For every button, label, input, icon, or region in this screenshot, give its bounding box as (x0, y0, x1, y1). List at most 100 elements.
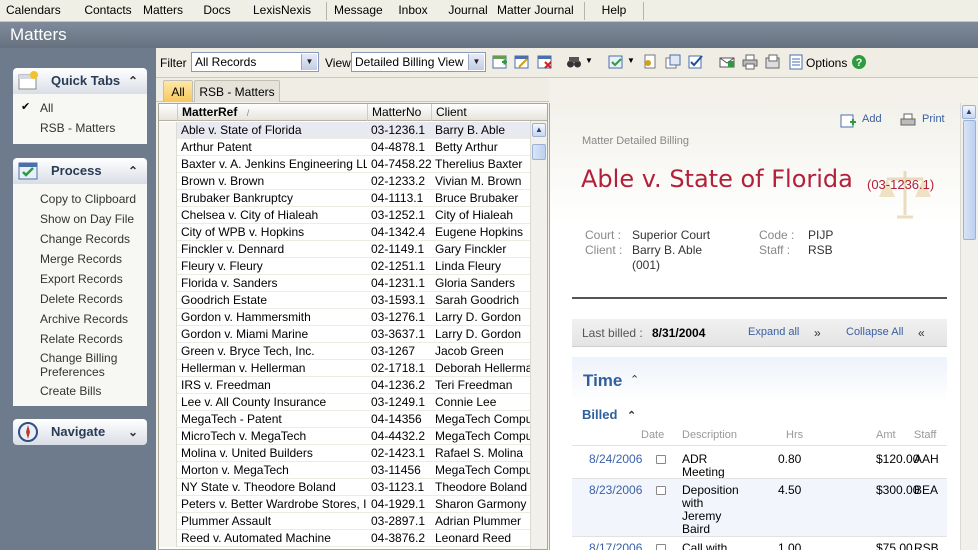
row-selector[interactable] (159, 207, 177, 224)
row-selector[interactable] (159, 241, 177, 258)
row-selector[interactable] (159, 258, 177, 275)
time-section-header[interactable]: Time ⌃ (572, 357, 947, 403)
row-selector[interactable] (159, 445, 177, 462)
detail-scrollbar[interactable]: ▲ (960, 103, 978, 550)
table-row[interactable]: Gordon v. Miami Marine 03-3637.1 Larry D. … (159, 326, 531, 343)
chevron-down-icon[interactable]: ▼ (301, 54, 317, 70)
chevron-up-icon[interactable]: ⌃ (128, 68, 138, 94)
row-selector[interactable] (159, 156, 177, 173)
row-selector[interactable] (159, 411, 177, 428)
scroll-up-icon[interactable]: ▲ (532, 123, 546, 137)
table-row[interactable]: Hellerman v. Hellerman 02-1718.1 Deborah H… (159, 360, 531, 377)
collapse-all-link[interactable]: Collapse All (846, 326, 903, 338)
chevron-down-icon[interactable]: ▼ (585, 56, 593, 65)
grid-scrollbar[interactable]: ▲ (530, 121, 547, 549)
note-icon[interactable] (656, 455, 666, 464)
chevron-down-icon[interactable]: ▼ (627, 56, 635, 65)
chevron-double-down-icon[interactable]: » (814, 326, 821, 340)
edit-view-icon[interactable] (514, 54, 530, 70)
add-view-icon[interactable] (492, 54, 508, 70)
table-row[interactable]: Brubaker Bankruptcy 04-1113.1 Bruce Brubak… (159, 190, 531, 207)
table-row[interactable]: Fleury v. Fleury 02-1251.1 Linda Fleury (159, 258, 531, 275)
table-row[interactable]: Gordon v. Hammersmith 03-1276.1 Larry D. G… (159, 309, 531, 326)
toolbar-matter-journal[interactable]: Matter Journal (497, 0, 574, 21)
print-icon[interactable] (742, 54, 758, 70)
table-row[interactable]: Lee v. All County Insurance 03-1249.1 Conn… (159, 394, 531, 411)
report-icon[interactable] (765, 54, 781, 70)
toolbar-inbox[interactable]: Inbox (397, 0, 429, 21)
chevron-up-icon[interactable]: ⌃ (630, 373, 639, 386)
row-selector[interactable] (159, 394, 177, 411)
row-selector[interactable] (159, 190, 177, 207)
table-row[interactable]: Morton v. MegaTech 03-11456 MegaTech Compu… (159, 462, 531, 479)
toolbar-help[interactable]: Help (600, 0, 628, 21)
table-row[interactable]: IRS v. Freedman 04-1236.2 Teri Freedman (159, 377, 531, 394)
process-change-records[interactable]: Change Records (40, 232, 130, 246)
copy-records-icon[interactable] (665, 54, 681, 70)
chevron-up-icon[interactable]: ⌃ (627, 410, 636, 422)
row-selector[interactable] (159, 139, 177, 156)
process-header[interactable]: Process ⌃ (13, 158, 147, 184)
tab-all[interactable]: All (163, 80, 193, 102)
navigate-header[interactable]: Navigate ⌄ (13, 419, 147, 445)
toolbar-lexisnexis[interactable]: LexisNexis (252, 0, 312, 21)
table-row[interactable]: Green v. Bryce Tech, Inc. 03-1267 Jacob Gr… (159, 343, 531, 360)
expand-all-link[interactable]: Expand all (748, 326, 799, 338)
row-selector[interactable] (159, 122, 177, 139)
row-selector[interactable] (159, 513, 177, 530)
table-row[interactable]: City of WPB v. Hopkins 04-1342.4 Eugene Ho… (159, 224, 531, 241)
process-relate-records[interactable]: Relate Records (40, 332, 123, 346)
help-icon[interactable]: ? (851, 54, 867, 70)
table-row[interactable]: Baxter v. A. Jenkins Engineering LLC 04-7… (159, 156, 531, 173)
row-selector[interactable] (159, 224, 177, 241)
table-row[interactable]: Reed v. Automated Machine 04-3876.2 Leonar… (159, 530, 531, 547)
table-row[interactable]: Arthur Patent 04-4878.1 Betty Arthur (159, 139, 531, 156)
table-row[interactable]: MegaTech - Patent 04-14356 MegaTech Comput… (159, 411, 531, 428)
add-icon[interactable] (840, 113, 856, 129)
row-selector[interactable] (159, 309, 177, 326)
checklist-icon[interactable] (688, 54, 704, 70)
process-export-records[interactable]: Export Records (40, 272, 123, 286)
row-selector[interactable] (159, 326, 177, 343)
toolbar-calendars[interactable]: Calendars (6, 0, 61, 21)
table-row[interactable]: Peters v. Better Wardrobe Stores, Inc. 04… (159, 496, 531, 513)
column-client[interactable]: Client (432, 104, 547, 121)
row-selector[interactable] (159, 275, 177, 292)
chevron-double-up-icon[interactable]: « (918, 326, 925, 340)
quick-tab-all[interactable]: All (40, 101, 53, 115)
process-copy-to-clipboard[interactable]: Copy to Clipboard (40, 192, 136, 206)
note-icon[interactable] (656, 486, 666, 495)
process-create-bills[interactable]: Create Bills (40, 384, 101, 398)
column-matterref[interactable]: MatterRef / (178, 104, 368, 121)
process-show-on-day-file[interactable]: Show on Day File (40, 212, 134, 226)
entry-date[interactable]: 8/23/2006 (589, 484, 642, 497)
chevron-down-icon[interactable]: ▼ (468, 54, 484, 70)
chevron-down-icon[interactable]: ⌄ (128, 419, 138, 445)
billing-entry[interactable]: 8/17/2006 Call with 1.00 $75.00 RSB (572, 536, 947, 550)
pin-records-icon[interactable] (642, 54, 658, 70)
toolbar-journal[interactable]: Journal (448, 0, 488, 21)
billing-entry[interactable]: 8/24/2006 ADR Meeting 0.80 $120.00 AAH (572, 445, 947, 479)
select-records-icon[interactable] (608, 54, 624, 70)
quick-tabs-header[interactable]: Quick Tabs ⌃ (13, 68, 147, 94)
process-change-billing-preferences[interactable]: Change Billing Preferences (40, 351, 140, 379)
delete-view-icon[interactable] (537, 54, 553, 70)
process-delete-records[interactable]: Delete Records (40, 292, 123, 306)
view-select[interactable]: Detailed Billing View ▼ (351, 52, 486, 72)
row-selector[interactable] (159, 462, 177, 479)
tab-rsb-matters[interactable]: RSB - Matters (194, 80, 280, 102)
process-merge-records[interactable]: Merge Records (40, 252, 122, 266)
note-icon[interactable] (656, 544, 666, 550)
process-archive-records[interactable]: Archive Records (40, 312, 128, 326)
table-row[interactable]: Florida v. Sanders 04-1231.1 Gloria Sander… (159, 275, 531, 292)
scroll-up-icon[interactable]: ▲ (962, 105, 976, 119)
find-icon[interactable] (566, 54, 582, 70)
billed-heading[interactable]: Billed ⌃ (582, 407, 636, 422)
table-row[interactable]: Plummer Assault 03-2897.1 Adrian Plummer (159, 513, 531, 530)
row-selector[interactable] (159, 377, 177, 394)
row-selector[interactable] (159, 496, 177, 513)
row-selector[interactable] (159, 343, 177, 360)
table-row[interactable]: NY State v. Theodore Boland 03-1123.1 Theo… (159, 479, 531, 496)
table-row[interactable]: Brown v. Brown 02-1233.2 Vivian M. Brown (159, 173, 531, 190)
row-selector[interactable] (159, 530, 177, 547)
